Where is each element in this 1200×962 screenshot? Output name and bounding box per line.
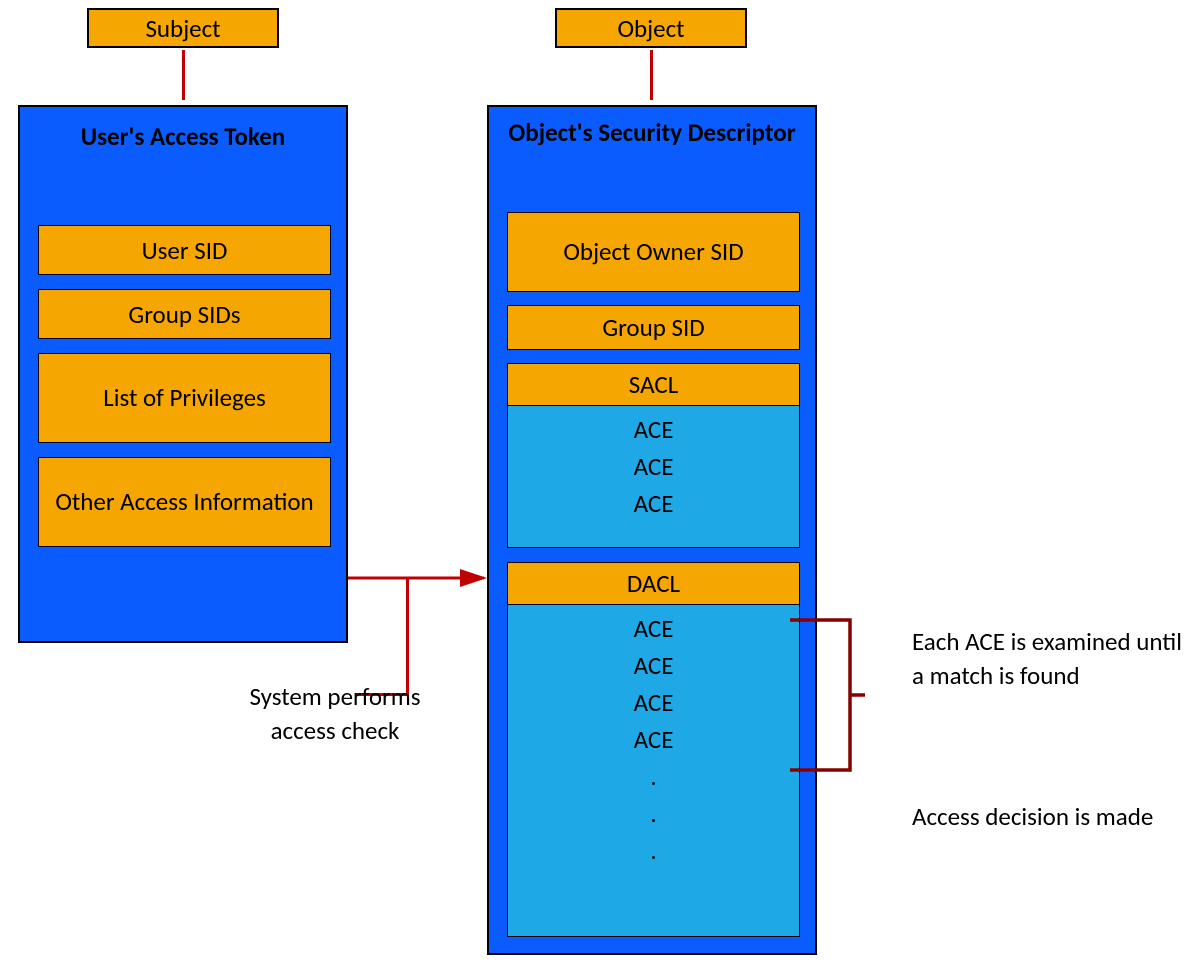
sacl-entry: ACE (634, 414, 674, 445)
sacl-header-label: SACL (629, 369, 678, 400)
dacl-entry: ACE (634, 687, 674, 718)
system-check-text: System performs access check (225, 680, 445, 748)
token-privileges-label: List of Privileges (103, 382, 266, 415)
dacl-bracket (790, 615, 870, 775)
token-other-info-label: Other Access Information (55, 486, 313, 519)
dacl-entry: . (650, 798, 656, 829)
dacl-block: DACL ACE ACE ACE ACE . . . (507, 562, 800, 937)
sacl-entry: ACE (634, 488, 674, 519)
each-ace-text: Each ACE is examined until a match is fo… (912, 625, 1192, 693)
security-descriptor-title: Object's Security Descriptor (489, 117, 815, 150)
descriptor-owner-sid: Object Owner SID (507, 212, 800, 292)
descriptor-owner-sid-label: Object Owner SID (563, 236, 743, 269)
dacl-entry: ACE (634, 650, 674, 681)
object-label: Object (617, 13, 684, 44)
sacl-entry: ACE (634, 451, 674, 482)
subject-box: Subject (87, 8, 279, 48)
dacl-entry: ACE (634, 613, 674, 644)
dacl-entry: . (650, 835, 656, 866)
token-other-info: Other Access Information (38, 457, 331, 547)
token-group-sids: Group SIDs (38, 289, 331, 339)
object-connector (650, 50, 653, 100)
descriptor-group-sid-label: Group SID (602, 312, 704, 343)
token-user-sid: User SID (38, 225, 331, 275)
token-privileges: List of Privileges (38, 353, 331, 443)
access-token-title: User's Access Token (20, 121, 346, 154)
access-token-panel: User's Access Token User SID Group SIDs … (18, 105, 348, 643)
dacl-entry: . (650, 761, 656, 792)
dacl-header: DACL (508, 563, 799, 605)
sacl-entries: ACE ACE ACE (508, 406, 799, 547)
sacl-header: SACL (508, 364, 799, 406)
sacl-block: SACL ACE ACE ACE (507, 363, 800, 548)
subject-label: Subject (145, 13, 220, 44)
object-box: Object (555, 8, 747, 48)
dacl-entry: ACE (634, 724, 674, 755)
token-group-sids-label: Group SIDs (128, 299, 240, 330)
dacl-entries: ACE ACE ACE ACE . . . (508, 605, 799, 936)
decision-text: Access decision is made (912, 800, 1192, 834)
elbow-system-check-v (406, 578, 409, 695)
security-descriptor-panel: Object's Security Descriptor Object Owne… (487, 105, 817, 955)
token-user-sid-label: User SID (142, 235, 228, 266)
subject-connector (182, 50, 185, 100)
descriptor-group-sid: Group SID (507, 305, 800, 350)
dacl-header-label: DACL (627, 568, 680, 599)
